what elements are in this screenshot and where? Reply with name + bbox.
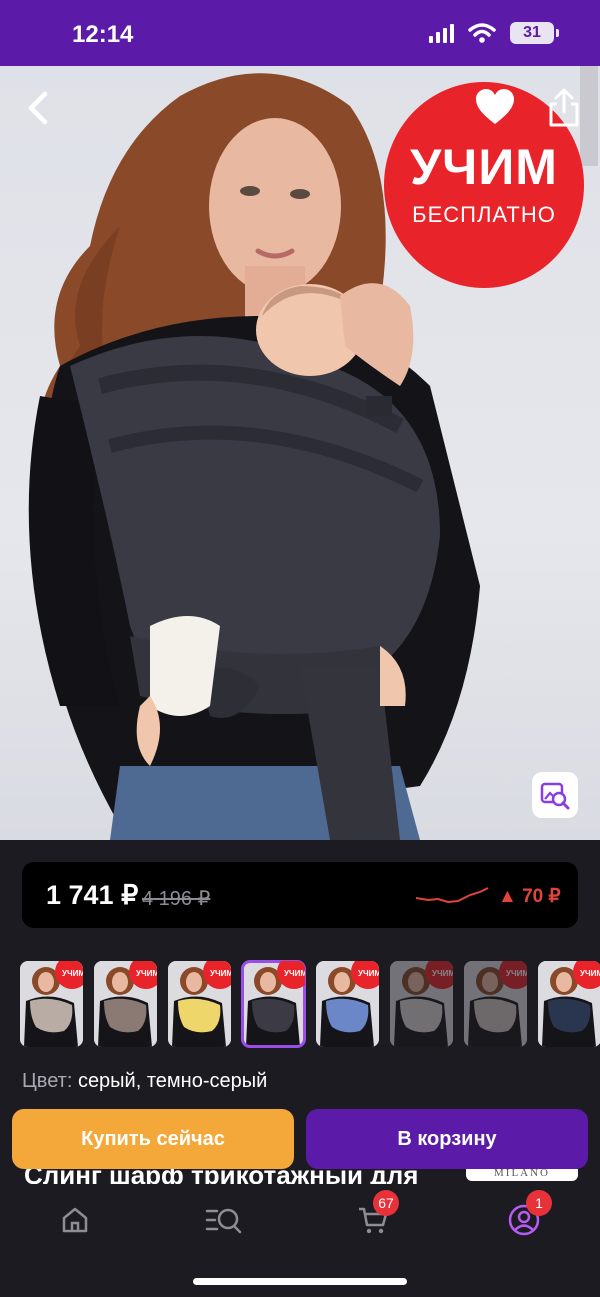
color-label: Цвет:	[22, 1070, 73, 1092]
profile-badge: 1	[526, 1190, 552, 1216]
brand-logo[interactable]: MILANO	[466, 1169, 578, 1181]
tab-home[interactable]	[45, 1200, 105, 1240]
price-change: ▲ 70 ₽	[498, 886, 561, 907]
color-selection: Цвет: серый, темно-серый	[22, 1070, 267, 1093]
variant-thumbnail[interactable]: УЧИМ	[390, 961, 453, 1047]
chevron-left-icon	[28, 91, 48, 125]
image-search-button[interactable]	[532, 772, 578, 818]
favorite-button[interactable]	[474, 88, 516, 128]
current-price: 1 741 ₽	[46, 880, 139, 910]
variant-thumbnail[interactable]: УЧИМ	[241, 960, 306, 1048]
home-icon	[62, 1207, 88, 1233]
home-indicator	[193, 1278, 407, 1285]
variant-thumbnails: УЧИМ УЧИМ УЧИМ УЧИМ УЧИМ УЧИМ УЧИМ УЧИМ	[20, 960, 600, 1048]
wifi-icon	[468, 23, 496, 43]
status-time: 12:14	[72, 21, 134, 48]
signal-icon	[429, 23, 454, 43]
heart-icon	[476, 89, 514, 124]
tab-catalog[interactable]	[194, 1200, 254, 1240]
promo-subtitle: БЕСПЛАТНО	[412, 202, 556, 227]
variant-thumbnail[interactable]: УЧИМ	[94, 961, 157, 1047]
add-to-cart-button[interactable]: В корзину	[306, 1109, 588, 1169]
product-image[interactable]: УЧИМ БЕСПЛАТНО	[0, 66, 600, 840]
buy-now-button[interactable]: Купить сейчас	[12, 1109, 294, 1169]
variant-thumbnail[interactable]: УЧИМ	[316, 961, 379, 1047]
variant-thumbnail[interactable]: УЧИМ	[20, 961, 83, 1047]
tab-profile[interactable]: 1	[494, 1190, 554, 1240]
cart-badge: 67	[373, 1190, 399, 1216]
price-card[interactable]: 1 741 ₽ 4 196 ₽ ▲ 70 ₽	[22, 862, 578, 928]
share-icon	[549, 88, 579, 127]
promo-title: УЧИМ	[410, 139, 558, 195]
catalog-search-icon	[205, 1208, 242, 1234]
share-button[interactable]	[546, 88, 584, 128]
status-icons: 31	[429, 22, 559, 44]
image-search-icon	[540, 782, 570, 810]
price-trend-icon	[415, 887, 489, 904]
tab-cart[interactable]: 67	[343, 1190, 403, 1240]
back-button[interactable]	[18, 88, 58, 128]
battery-icon: 31	[510, 22, 559, 44]
variant-thumbnail[interactable]: УЧИМ	[168, 961, 231, 1047]
variant-thumbnail[interactable]: УЧИМ	[464, 961, 527, 1047]
variant-thumbnail[interactable]: УЧИМ	[538, 961, 600, 1047]
color-value: серый, темно-серый	[77, 1070, 268, 1092]
status-bar: 12:14 31	[0, 0, 600, 66]
old-price: 4 196 ₽	[142, 888, 211, 910]
